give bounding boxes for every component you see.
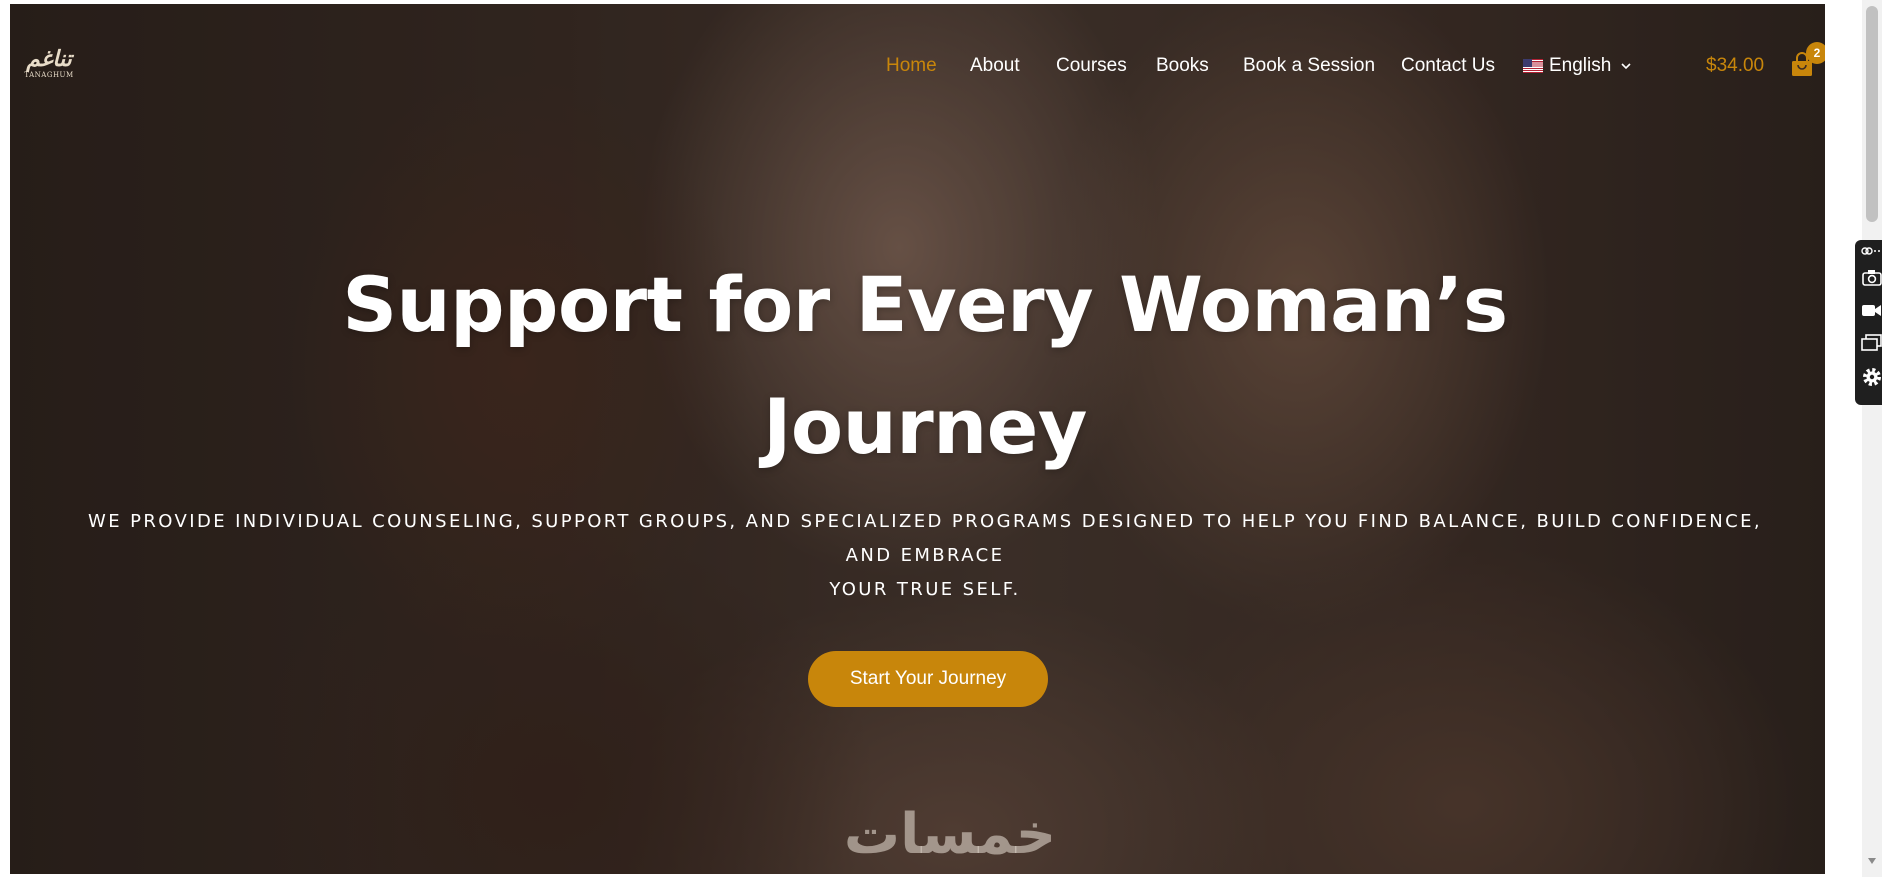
screens-icon[interactable]: [1860, 332, 1882, 354]
chevron-down-icon: [1621, 63, 1631, 70]
nav-item-about[interactable]: About: [970, 52, 1020, 80]
nav-item-home[interactable]: Home: [886, 52, 937, 80]
link-icon[interactable]: [1860, 244, 1882, 258]
hero-section: ﺗﻨﺎﻏﻢ TANAGHUM Home About Courses Books …: [10, 4, 1825, 874]
nav-item-books[interactable]: Books: [1156, 52, 1209, 80]
hero-title: Support for Every Woman’s Journey: [260, 244, 1590, 488]
camera-icon[interactable]: [1860, 266, 1882, 288]
nav-item-contact-us[interactable]: Contact Us: [1401, 52, 1495, 80]
nav-item-book-a-session[interactable]: Book a Session: [1243, 52, 1375, 80]
logo-wordmark: TANAGHUM: [24, 71, 74, 79]
start-journey-button[interactable]: Start Your Journey: [808, 651, 1048, 707]
cart-total[interactable]: $34.00: [1706, 52, 1764, 80]
hero-subtitle: We provide individual counseling, suppor…: [70, 505, 1780, 607]
hero-subtitle-line-1: We provide individual counseling, suppor…: [88, 511, 1762, 566]
us-flag-icon: [1523, 59, 1543, 73]
nav-item-courses[interactable]: Courses: [1056, 52, 1127, 80]
hero-title-line-2: Journey: [763, 382, 1087, 471]
capture-toolbar: [1855, 240, 1882, 405]
logo-mark: ﺗﻨﺎﻏﻢ: [26, 46, 73, 72]
language-switcher[interactable]: English: [1523, 52, 1631, 80]
scroll-down-arrow-icon[interactable]: [1866, 855, 1878, 867]
hero-subtitle-line-2: your true self.: [829, 579, 1021, 600]
site-logo[interactable]: ﺗﻨﺎﻏﻢ TANAGHUM: [24, 48, 74, 84]
cart-count-badge: 2: [1806, 42, 1825, 64]
hero-title-line-1: Support for Every Woman’s: [342, 260, 1508, 349]
gear-icon[interactable]: [1860, 366, 1882, 388]
watermark-logo: خمسات: [843, 802, 1057, 867]
video-icon[interactable]: [1860, 299, 1882, 321]
language-label: English: [1549, 55, 1612, 76]
scrollbar-thumb[interactable]: [1866, 6, 1878, 222]
